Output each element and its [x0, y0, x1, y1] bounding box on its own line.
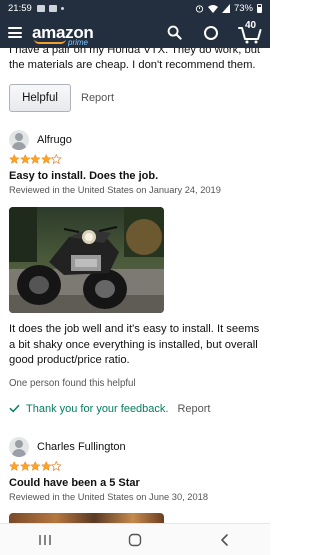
- alexa-icon[interactable]: [201, 23, 221, 43]
- menu-icon[interactable]: [8, 27, 22, 38]
- review-card: Charles Fullington Could have been a 5 S…: [9, 437, 264, 502]
- recent-apps-icon[interactable]: [30, 528, 60, 552]
- battery-percent: 73%: [233, 3, 253, 14]
- review-photo-partial[interactable]: [9, 513, 164, 523]
- review-card: Alfrugo Easy to install. Does the job. R…: [9, 130, 264, 415]
- mail-icon: [48, 5, 57, 12]
- report-link[interactable]: Report: [81, 92, 114, 104]
- home-icon[interactable]: [120, 528, 150, 552]
- notification-icons: [36, 5, 64, 12]
- review-photo-motorcycle[interactable]: [9, 207, 164, 313]
- review-date: Reviewed in the United States on June 30…: [9, 492, 208, 502]
- more-dot-icon: [60, 7, 64, 10]
- previous-review-text: I have a pair on my Honda VTX. They do w…: [9, 48, 261, 71]
- reviewer-name: Alfrugo: [37, 134, 72, 146]
- reviewer-row[interactable]: Alfrugo: [9, 130, 264, 150]
- wifi-icon: [207, 5, 218, 13]
- cart-icon[interactable]: 40: [238, 19, 262, 44]
- found-helpful-count: One person found this helpful: [9, 377, 136, 389]
- star-empty-icon: [51, 461, 62, 472]
- feedback-confirmation: Thank you for your feedback.: [26, 402, 169, 415]
- avatar: [9, 437, 29, 457]
- star-full-icon: [19, 461, 30, 471]
- status-bar: 21:59 73%: [0, 0, 270, 17]
- header-actions: 40: [164, 19, 262, 44]
- gallery-icon: [36, 5, 45, 12]
- signal-icon: [221, 4, 230, 13]
- star-full-icon: [9, 461, 20, 471]
- review-title[interactable]: Easy to install. Does the job.: [9, 170, 264, 182]
- helpful-button[interactable]: Helpful: [9, 84, 71, 112]
- app-header: amazon prime 40: [0, 17, 270, 48]
- amazon-prime-logo[interactable]: amazon prime: [32, 24, 94, 47]
- status-time: 21:59: [8, 3, 32, 14]
- reviews-content[interactable]: I have a pair on my Honda VTX. They do w…: [0, 48, 270, 523]
- battery-icon: [257, 4, 262, 13]
- cart-count: 40: [245, 19, 257, 31]
- back-icon[interactable]: [210, 528, 240, 552]
- search-icon[interactable]: [164, 23, 184, 43]
- feedback-row: Thank you for your feedback. Report: [9, 403, 264, 415]
- review-title[interactable]: Could have been a 5 Star: [9, 477, 264, 489]
- star-full-icon: [40, 154, 51, 164]
- reviewer-row[interactable]: Charles Fullington: [9, 437, 264, 457]
- star-full-icon: [9, 154, 20, 164]
- star-rating: [9, 461, 264, 472]
- logo-smile: [34, 39, 66, 44]
- review-body: It does the job well and it's easy to in…: [9, 323, 260, 366]
- previous-review-actions: Helpful Report: [9, 84, 114, 112]
- star-full-icon: [30, 154, 41, 164]
- star-empty-icon: [51, 154, 62, 165]
- report-link[interactable]: Report: [177, 403, 210, 415]
- star-full-icon: [40, 461, 51, 471]
- alarm-icon: [195, 5, 204, 13]
- star-full-icon: [30, 461, 41, 471]
- reviewer-name: Charles Fullington: [37, 441, 126, 453]
- avatar: [9, 130, 29, 150]
- system-nav-bar: [0, 523, 270, 555]
- star-rating: [9, 154, 264, 165]
- system-icons: 73%: [195, 3, 262, 14]
- logo-prime-text: prime: [68, 37, 89, 47]
- check-icon: [9, 404, 20, 413]
- review-date: Reviewed in the United States on January…: [9, 185, 221, 195]
- star-full-icon: [19, 154, 30, 164]
